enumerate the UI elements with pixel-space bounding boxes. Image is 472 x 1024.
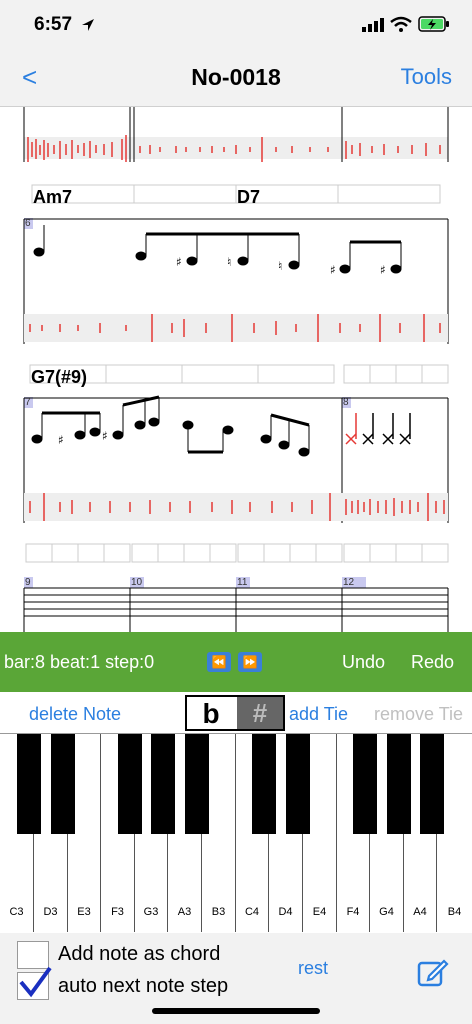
piano-keyboard[interactable]: C3 D3 E3 F3 G3 A3 B3 C4 D4 E4 F4 G4 A4 B… — [0, 733, 472, 934]
add-as-chord-label: Add note as chord — [58, 943, 221, 965]
flat-button[interactable]: b — [187, 697, 235, 729]
forward-button[interactable]: ⏩ — [238, 652, 262, 672]
key-label: F4 — [346, 906, 360, 918]
piano-black-key[interactable] — [51, 734, 75, 834]
tools-button[interactable]: Tools — [401, 64, 452, 90]
bar-number: 9 — [25, 577, 31, 588]
bar-number: 11 — [237, 577, 248, 588]
key-label: E3 — [77, 906, 91, 918]
cellular-signal-icon — [362, 18, 384, 32]
key-label: G3 — [143, 906, 159, 918]
notes-bar-7 — [31, 395, 310, 457]
delete-note-button[interactable]: delete Note — [29, 704, 121, 725]
rewind-button[interactable]: ⏪ — [207, 652, 231, 672]
key-label: C3 — [9, 906, 24, 918]
piano-black-key[interactable] — [286, 734, 310, 834]
svg-text:♯: ♯ — [58, 433, 64, 447]
bar-number: 12 — [343, 577, 355, 588]
position-readout: bar:8 beat:1 step:0 — [4, 652, 155, 672]
piano-black-key[interactable] — [151, 734, 175, 834]
edit-icon[interactable] — [416, 956, 450, 990]
piano-black-key[interactable] — [420, 734, 444, 834]
notes-bar-6 — [33, 225, 402, 274]
checkmark-icon — [19, 966, 52, 998]
chord-symbol[interactable]: Am7 — [33, 187, 72, 208]
piano-black-key[interactable] — [185, 734, 209, 834]
svg-text:♯: ♯ — [330, 263, 336, 277]
score-view[interactable]: ♯ ♮ ♮ ♯ ♯ ♯ ♯ Am7 D7 G7(#9) 6 7 8 9 10 1… — [0, 107, 472, 632]
chord-boxes-4 — [25, 543, 449, 563]
key-label: A4 — [413, 906, 427, 918]
svg-text:♯: ♯ — [176, 255, 182, 269]
piano-black-key[interactable] — [17, 734, 41, 834]
key-label: B4 — [447, 906, 462, 918]
home-indicator — [152, 1008, 320, 1014]
piano-black-key[interactable] — [353, 734, 377, 834]
bar-number: 8 — [343, 397, 349, 408]
svg-text:♮: ♮ — [227, 255, 231, 269]
notes-bar-8 — [345, 413, 411, 445]
undo-button[interactable]: Undo — [342, 652, 385, 673]
key-label: D3 — [43, 906, 58, 918]
svg-text:♯: ♯ — [380, 263, 386, 277]
auto-next-step-label: auto next note step — [58, 975, 229, 997]
piano-black-key[interactable] — [387, 734, 411, 834]
svg-text:♮: ♮ — [278, 259, 282, 273]
rest-button[interactable]: rest — [298, 958, 328, 979]
chord-symbol[interactable]: G7(#9) — [31, 367, 87, 388]
sharp-button[interactable]: # — [237, 697, 283, 729]
piano-black-key[interactable] — [252, 734, 276, 834]
piano-black-key[interactable] — [118, 734, 142, 834]
key-label: G4 — [379, 906, 394, 918]
add-tie-button[interactable]: add Tie — [289, 704, 348, 725]
bar-number: 7 — [25, 397, 31, 408]
key-label: F3 — [111, 906, 124, 918]
key-label: D4 — [278, 906, 293, 918]
redo-button[interactable]: Redo — [411, 652, 454, 673]
svg-text:♯: ♯ — [102, 429, 108, 443]
location-arrow-icon — [82, 19, 94, 31]
add-as-chord-checkbox[interactable] — [17, 941, 49, 969]
key-label: A3 — [177, 906, 192, 918]
chord-symbol[interactable]: D7 — [237, 187, 260, 208]
key-label: B3 — [211, 906, 226, 918]
key-label: C4 — [244, 906, 260, 918]
battery-charging-icon — [418, 16, 449, 32]
key-label: E4 — [312, 906, 327, 918]
wifi-icon — [390, 16, 412, 32]
remove-tie-button[interactable]: remove Tie — [374, 704, 463, 725]
status-time: 6:57 — [34, 14, 73, 35]
bar-number: 6 — [25, 218, 31, 229]
bar-number: 10 — [131, 577, 143, 588]
